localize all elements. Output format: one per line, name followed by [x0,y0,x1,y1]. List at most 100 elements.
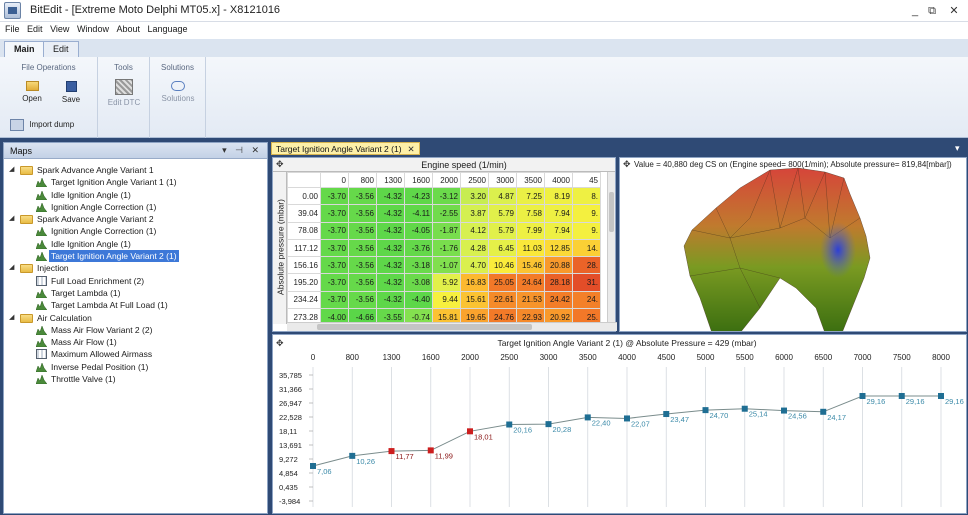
3d-view-panel[interactable]: ✥ Value = 40,880 deg CS on (Engine speed… [619,157,967,332]
map-cell[interactable]: -3.76 [404,238,433,258]
solutions-button[interactable]: Solutions [154,81,202,103]
map-cell[interactable]: 5.79 [488,221,517,240]
close-tab-icon[interactable]: ✕ [408,144,415,154]
map-cell[interactable]: -3.70 [320,204,349,223]
map-cell[interactable]: 20.88 [544,256,573,275]
map-cell[interactable]: 25.05 [488,273,517,292]
map-cell[interactable]: -3.56 [348,186,377,206]
tree-item[interactable]: Mass Air Flow Variant 2 (2) [4,324,267,336]
scroll-thumb[interactable] [317,324,532,330]
map-cell[interactable]: 24.42 [544,290,573,310]
map-cell[interactable]: 6.45 [488,238,517,258]
scroll-thumb[interactable] [609,192,614,232]
map-cell[interactable]: 5.92 [432,273,461,292]
menu-about[interactable]: About [111,22,140,34]
map-cell[interactable]: -3.70 [320,290,349,310]
map-cell[interactable]: -4.32 [376,273,405,292]
tab-main[interactable]: Main [4,41,45,57]
tree-item[interactable]: Target Ignition Angle Variant 1 (1) [4,176,267,188]
map-cell[interactable]: -3.08 [404,273,433,292]
open-button[interactable]: Open [14,81,50,103]
data-point[interactable] [545,421,552,428]
tree-folder[interactable]: ◢ Air Calculation [4,312,267,324]
map-cell[interactable]: -1.76 [432,238,461,258]
expand-toggle-icon[interactable]: ◢ [9,213,14,225]
menu-view[interactable]: View [45,22,69,34]
map-cell[interactable]: 22.61 [488,290,517,310]
tree-item[interactable]: Ignition Angle Correction (1) [4,225,267,237]
map-cell[interactable]: 16.83 [460,273,489,292]
data-point[interactable] [388,448,395,455]
map-cell[interactable]: -3.56 [348,221,377,240]
map-cell[interactable]: 7.94 [544,204,573,223]
map-cell[interactable]: 11.03 [516,238,545,258]
map-cell[interactable]: 31. [572,273,601,292]
map-cell[interactable]: -3.70 [320,186,349,206]
save-button[interactable]: Save [53,81,89,104]
map-cell[interactable]: 5.79 [488,204,517,223]
data-point[interactable] [467,428,473,435]
map-cell[interactable]: -4.11 [404,204,433,223]
map-cell[interactable]: -3.12 [432,186,461,206]
data-point[interactable] [741,405,748,412]
map-cell[interactable]: 24.64 [516,273,545,292]
map-cell[interactable]: 3.20 [460,186,489,206]
data-point[interactable] [938,392,944,399]
data-point[interactable] [506,421,513,428]
import-dump-button[interactable]: Import dump [10,119,90,131]
tree-item[interactable]: Ignition Angle Correction (1) [4,201,267,213]
map-cell[interactable]: -3.56 [348,290,377,310]
map-cell[interactable]: 15.46 [516,256,545,275]
data-point[interactable] [702,407,709,414]
data-point[interactable] [427,447,434,454]
tree-item[interactable]: Idle Ignition Angle (1) [4,189,267,201]
tree-folder[interactable]: ◢ Injection [4,262,267,274]
restore-button[interactable]: ⧉ [921,3,943,19]
map-cell[interactable]: -4.32 [376,221,405,240]
map-cell[interactable]: -3.18 [404,256,433,275]
tree-item[interactable]: Maximum Allowed Airmass [4,348,267,360]
map-cell[interactable]: -2.55 [432,204,461,223]
map-cell[interactable]: 3.87 [460,204,489,223]
tree-folder[interactable]: ◢ Spark Advance Angle Variant 2 [4,213,267,225]
map-cell[interactable]: 8.19 [544,186,573,206]
tab-edit[interactable]: Edit [43,41,79,57]
doc-menu-icon[interactable]: ▾ [955,143,960,154]
grid-horizontal-scrollbar[interactable] [287,322,617,331]
tree-item[interactable]: Inverse Pedal Position (1) [4,361,267,373]
map-cell[interactable]: 7.99 [516,221,545,240]
map-cell[interactable]: 21.53 [516,290,545,310]
tree-item[interactable]: Full Load Enrichment (2) [4,275,267,287]
menu-file[interactable]: File [0,22,20,34]
map-cell[interactable]: -3.56 [348,273,377,292]
map-cell[interactable]: 4.87 [488,186,517,206]
edit-dtc-button[interactable]: Edit DTC [102,79,146,107]
map-cell[interactable]: -4.32 [376,290,405,310]
map-cell[interactable]: -3.70 [320,238,349,258]
map-cell[interactable]: -4.05 [404,221,433,240]
data-point[interactable] [781,407,787,414]
map-cell[interactable]: 10.46 [488,256,517,275]
map-cell[interactable]: -4.32 [376,204,405,223]
map-cell[interactable]: -3.56 [348,238,377,258]
map-cell[interactable]: -4.40 [404,290,433,310]
map-cell[interactable]: -3.70 [320,273,349,292]
panel-controls[interactable]: ▾ ⊣ ✕ [222,145,262,156]
move-handle-icon[interactable]: ✥ [276,159,284,170]
document-tab[interactable]: Target Ignition Angle Variant 2 (1) ✕ [271,142,420,155]
data-point[interactable] [310,463,316,470]
map-cell[interactable]: 7.58 [516,204,545,223]
tree-item[interactable]: Target Lambda (1) [4,287,267,299]
map-cell[interactable]: 28.18 [544,273,573,292]
line-chart[interactable]: Target Ignition Angle Variant 2 (1) @ Ab… [273,335,968,515]
data-point[interactable] [349,452,356,459]
tree-folder[interactable]: ◢ Spark Advance Angle Variant 1 [4,164,267,176]
tree-item[interactable]: Throttle Valve (1) [4,373,267,385]
map-cell[interactable]: 28. [572,256,601,275]
expand-toggle-icon[interactable]: ◢ [9,164,14,176]
tree-item[interactable]: Idle Ignition Angle (1) [4,238,267,250]
map-cell[interactable]: 4.28 [460,238,489,258]
map-cell[interactable]: 8. [572,186,601,206]
map-cell[interactable]: 7.25 [516,186,545,206]
data-point[interactable] [820,408,827,415]
